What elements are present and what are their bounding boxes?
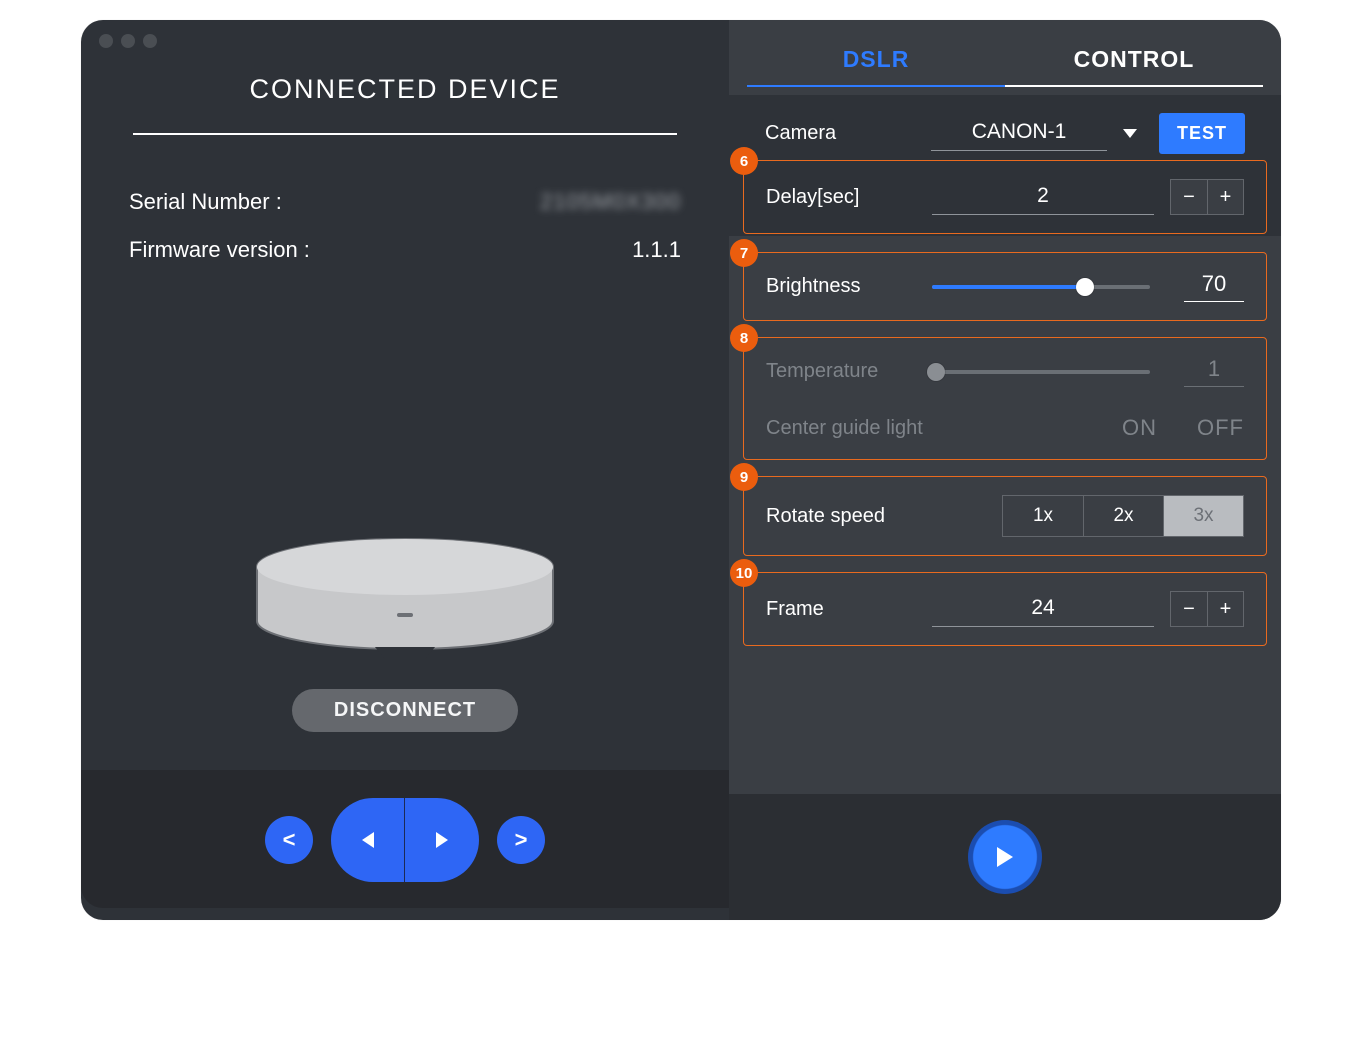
firmware-value: 1.1.1 (632, 237, 681, 263)
delay-stepper: − + (1170, 179, 1244, 215)
tab-bar: DSLR CONTROL (729, 20, 1281, 87)
temperature-value[interactable]: 1 (1184, 356, 1244, 387)
center-guide-light-label: Center guide light (766, 417, 923, 440)
brightness-value[interactable]: 70 (1184, 271, 1244, 302)
test-button[interactable]: TEST (1159, 113, 1245, 154)
rotate-direction-group (331, 798, 479, 882)
brightness-slider[interactable] (932, 277, 1150, 297)
app-window: CONNECTED DEVICE Serial Number : 2105M0X… (81, 20, 1281, 920)
rotate-speed-segmented: 1x 2x 3x (1002, 495, 1244, 537)
annotation-badge-10: 10 (730, 559, 758, 587)
disconnect-button[interactable]: DISCONNECT (292, 689, 518, 732)
rotate-speed-label: Rotate speed (766, 505, 986, 528)
frame-stepper: − + (1170, 591, 1244, 627)
annotation-badge-7: 7 (730, 239, 758, 267)
firmware-row: Firmware version : 1.1.1 (129, 237, 681, 263)
delay-increment-button[interactable]: + (1207, 180, 1243, 214)
turntable-icon (250, 535, 560, 665)
serial-number-label: Serial Number : (129, 189, 282, 215)
device-illustration (129, 303, 681, 665)
brightness-section: 7 Brightness 70 (743, 252, 1267, 321)
device-info: Serial Number : 2105M0X300 Firmware vers… (129, 189, 681, 263)
rotate-speed-3x[interactable]: 3x (1163, 496, 1243, 536)
frame-increment-button[interactable]: + (1207, 592, 1243, 626)
connected-device-pane: CONNECTED DEVICE Serial Number : 2105M0X… (81, 20, 729, 920)
annotation-badge-6: 6 (730, 147, 758, 175)
settings-body: Camera CANON-1 TEST 6 Delay[sec] 2 − (729, 87, 1281, 646)
guide-light-off-button[interactable]: OFF (1197, 415, 1244, 441)
frame-value[interactable]: 24 (932, 592, 1154, 627)
camera-select[interactable]: CANON-1 (931, 116, 1107, 151)
step-next-button[interactable]: > (497, 816, 545, 864)
annotation-badge-8: 8 (730, 324, 758, 352)
firmware-label: Firmware version : (129, 237, 310, 263)
step-prev-button[interactable]: < (265, 816, 313, 864)
guide-light-on-button[interactable]: ON (1122, 415, 1157, 441)
settings-pane: DSLR CONTROL Camera CANON-1 TEST 6 (729, 20, 1281, 920)
serial-number-value: 2105M0X300 (540, 189, 681, 215)
connected-device-title: CONNECTED DEVICE (129, 74, 681, 105)
play-icon (997, 847, 1013, 867)
frame-label: Frame (766, 598, 916, 621)
guide-light-toggle: ON OFF (1122, 415, 1244, 441)
tab-control[interactable]: CONTROL (1005, 30, 1263, 87)
annotation-badge-9: 9 (730, 463, 758, 491)
transport-controls: < > (81, 770, 729, 908)
rotate-ccw-button[interactable] (331, 798, 405, 882)
tab-dslr[interactable]: DSLR (747, 30, 1005, 87)
delay-value[interactable]: 2 (932, 180, 1154, 215)
rotate-speed-2x[interactable]: 2x (1083, 496, 1163, 536)
chevron-right-icon: > (515, 827, 528, 853)
camera-label: Camera (765, 122, 915, 145)
delay-decrement-button[interactable]: − (1171, 180, 1207, 214)
rotate-cw-button[interactable] (405, 798, 479, 882)
capture-bar (729, 794, 1281, 920)
rotate-speed-section: 9 Rotate speed 1x 2x 3x (743, 476, 1267, 556)
start-capture-button[interactable] (968, 820, 1042, 894)
camera-row: Camera CANON-1 TEST (743, 109, 1267, 154)
title-rule (133, 133, 677, 135)
triangle-right-icon (436, 832, 448, 848)
temperature-slider[interactable] (932, 362, 1150, 382)
chevron-left-icon: < (283, 827, 296, 853)
temperature-label: Temperature (766, 360, 916, 383)
rotate-speed-1x[interactable]: 1x (1003, 496, 1083, 536)
serial-row: Serial Number : 2105M0X300 (129, 189, 681, 215)
delay-section: 6 Delay[sec] 2 − + (743, 160, 1267, 234)
frame-decrement-button[interactable]: − (1171, 592, 1207, 626)
chevron-down-icon[interactable] (1123, 129, 1137, 138)
delay-label: Delay[sec] (766, 186, 916, 209)
frame-section: 10 Frame 24 − + (743, 572, 1267, 646)
temperature-section: 8 Temperature 1 Center guide light ON OF… (743, 337, 1267, 460)
brightness-label: Brightness (766, 275, 916, 298)
triangle-left-icon (362, 832, 374, 848)
